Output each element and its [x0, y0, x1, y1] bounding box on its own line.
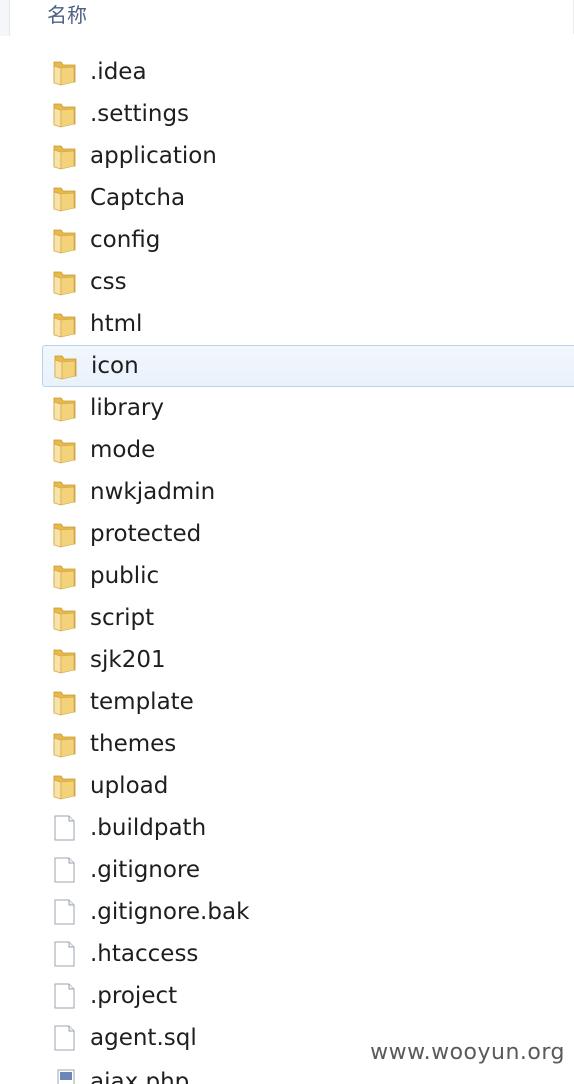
- file-row-partial[interactable]: ajax.php: [0, 1069, 574, 1084]
- blank-file-icon: [50, 898, 78, 926]
- folder-name: public: [90, 563, 160, 589]
- blank-file-icon: [50, 1024, 78, 1052]
- folder-row[interactable]: sjk201: [0, 639, 574, 681]
- folder-row[interactable]: mode: [0, 429, 574, 471]
- folder-name: mode: [90, 437, 156, 463]
- folder-icon: [50, 520, 78, 548]
- file-list: .idea .settings application Captcha config cs…: [0, 51, 574, 1059]
- folder-row[interactable]: script: [0, 597, 574, 639]
- folder-row[interactable]: Captcha: [0, 177, 574, 219]
- folder-icon: [50, 730, 78, 758]
- blank-file-icon: [50, 982, 78, 1010]
- folder-icon: [50, 226, 78, 254]
- folder-row[interactable]: library: [0, 387, 574, 429]
- folder-icon: [50, 604, 78, 632]
- folder-row[interactable]: html: [0, 303, 574, 345]
- folder-name: application: [90, 143, 217, 169]
- folder-icon: [51, 352, 79, 380]
- folder-name: library: [90, 395, 164, 421]
- folder-name: Captcha: [90, 185, 186, 211]
- folder-icon: [50, 646, 78, 674]
- folder-icon: [50, 688, 78, 716]
- folder-name: upload: [90, 773, 169, 799]
- file-name: .gitignore: [90, 857, 201, 883]
- folder-row[interactable]: application: [0, 135, 574, 177]
- file-name: .gitignore.bak: [90, 899, 250, 925]
- file-explorer-view: 名称 .idea .settings application Captcha confi…: [0, 0, 574, 1084]
- blank-file-icon: [50, 856, 78, 884]
- file-name: .htaccess: [90, 941, 199, 967]
- folder-row[interactable]: config: [0, 219, 574, 261]
- folder-icon: [50, 394, 78, 422]
- folder-icon: [50, 478, 78, 506]
- folder-name: .settings: [90, 101, 190, 127]
- folder-icon: [50, 58, 78, 86]
- blank-file-icon: [50, 940, 78, 968]
- folder-name: .idea: [90, 59, 147, 85]
- file-name: .buildpath: [90, 815, 207, 841]
- folder-name: css: [90, 269, 127, 295]
- folder-row[interactable]: themes: [0, 723, 574, 765]
- watermark: www.wooyun.org: [370, 1040, 565, 1065]
- folder-icon: [50, 100, 78, 128]
- folder-name: protected: [90, 521, 202, 547]
- file-row[interactable]: .gitignore: [0, 849, 574, 891]
- folder-row[interactable]: template: [0, 681, 574, 723]
- name-column-header[interactable]: 名称: [47, 3, 87, 27]
- folder-icon: [50, 436, 78, 464]
- folder-row[interactable]: protected: [0, 513, 574, 555]
- folder-row-selected[interactable]: icon: [42, 345, 574, 387]
- folder-name: icon: [91, 353, 139, 379]
- folder-row[interactable]: .settings: [0, 93, 574, 135]
- folder-name: script: [90, 605, 155, 631]
- folder-icon: [50, 772, 78, 800]
- file-row[interactable]: .buildpath: [0, 807, 574, 849]
- php-file-icon: [56, 1069, 78, 1084]
- file-row[interactable]: .project: [0, 975, 574, 1017]
- file-name: agent.sql: [90, 1025, 197, 1051]
- folder-name: html: [90, 311, 143, 337]
- folder-row[interactable]: css: [0, 261, 574, 303]
- file-name: ajax.php: [90, 1069, 190, 1084]
- folder-name: nwkjadmin: [90, 479, 216, 505]
- file-row[interactable]: .htaccess: [0, 933, 574, 975]
- column-header-bar: 名称: [0, 0, 574, 34]
- folder-row[interactable]: public: [0, 555, 574, 597]
- folder-icon: [50, 142, 78, 170]
- folder-name: sjk201: [90, 647, 166, 673]
- folder-row[interactable]: .idea: [0, 51, 574, 93]
- file-name: .project: [90, 983, 178, 1009]
- folder-icon: [50, 310, 78, 338]
- blank-file-icon: [50, 814, 78, 842]
- folder-icon: [50, 184, 78, 212]
- folder-row[interactable]: upload: [0, 765, 574, 807]
- folder-name: template: [90, 689, 194, 715]
- file-row[interactable]: .gitignore.bak: [0, 891, 574, 933]
- folder-name: themes: [90, 731, 177, 757]
- folder-name: config: [90, 227, 161, 253]
- folder-row[interactable]: nwkjadmin: [0, 471, 574, 513]
- folder-icon: [50, 268, 78, 296]
- folder-icon: [50, 562, 78, 590]
